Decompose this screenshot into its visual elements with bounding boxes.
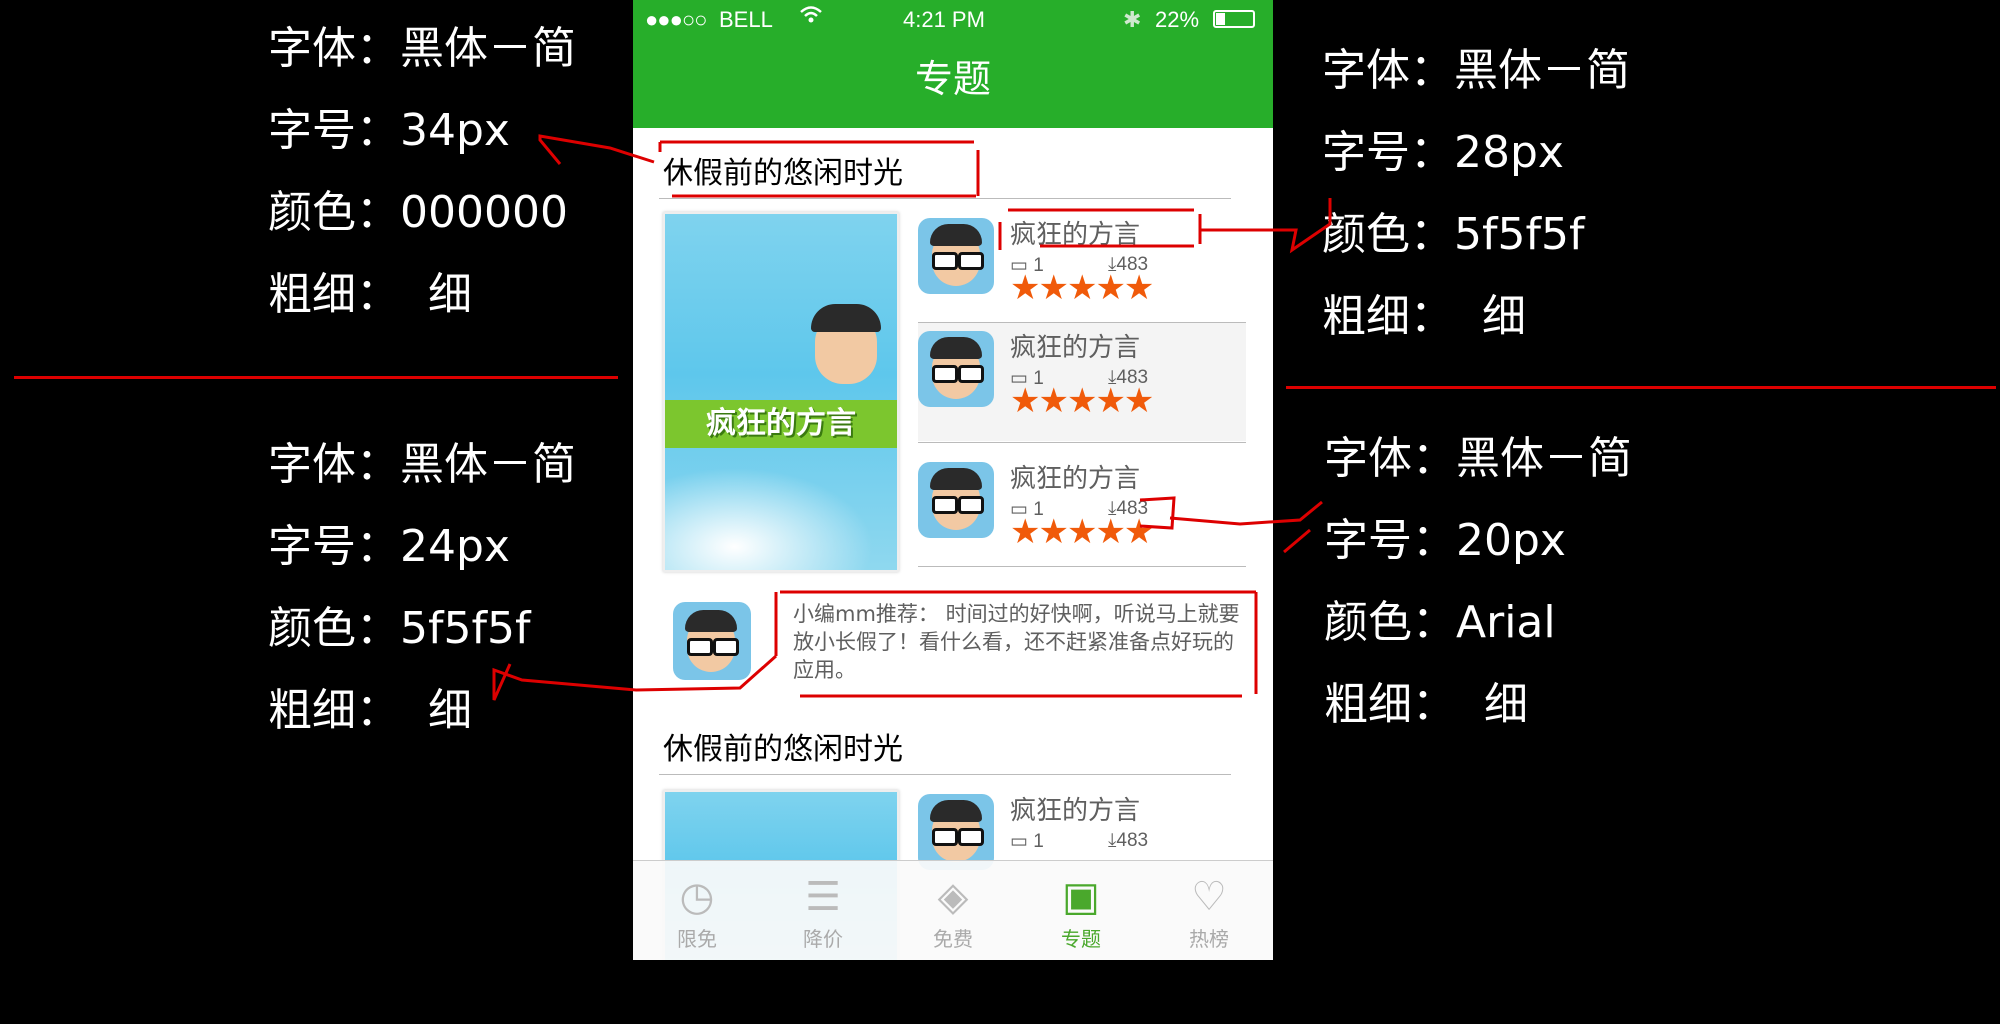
feature-banner-title: 疯狂的方言 — [665, 400, 897, 448]
rating-stars: ★★★★★ — [1010, 268, 1154, 308]
annotation-divider — [1286, 386, 1996, 389]
spec-font-label: 字体： — [1324, 433, 1456, 484]
carrier-label: BELL — [719, 7, 773, 32]
status-bar: ●●●○○ BELL 4:21 PM ✱ 22% — [633, 0, 1273, 40]
feature-banner-image[interactable]: 疯狂的方言 — [663, 212, 899, 572]
spec-size-value: 24px — [400, 521, 510, 572]
spec-size-label: 字号： — [268, 521, 400, 572]
spec-font-label: 字体： — [268, 23, 400, 74]
download-count: ⤓483 — [1108, 830, 1149, 851]
spec-font-value: 黑体－简 — [400, 23, 576, 74]
spec-weight-label: 粗细： — [1322, 291, 1454, 342]
spec-size-value: 28px — [1454, 127, 1564, 178]
spec-weight-label: 粗细： — [268, 269, 400, 320]
clock-time: 4:21 PM — [903, 7, 985, 32]
battery-icon — [1213, 10, 1255, 28]
section-title: 休假前的悠闲时光 — [663, 732, 903, 767]
spec-color-value: 000000 — [400, 187, 568, 238]
comment-count: ▭ 1 — [1010, 831, 1044, 852]
cloud-decoration — [665, 454, 897, 570]
section-title: 休假前的悠闲时光 — [663, 156, 903, 191]
character-hair — [811, 304, 881, 332]
editor-avatar — [673, 602, 751, 680]
spec-color-label: 颜色： — [268, 187, 400, 238]
battery-percent: 22% — [1155, 7, 1200, 32]
annotation-name-spec: 字体：黑体－简 字号：28px 颜色：5f5f5f 粗细： 细 — [1322, 30, 1630, 358]
divider — [918, 566, 1246, 567]
app-icon — [918, 331, 994, 407]
divider — [659, 774, 1231, 775]
spec-size-value: 20px — [1456, 515, 1566, 566]
tab-limited-free[interactable]: ◷ 限免 — [647, 871, 747, 952]
spec-font-value: 黑体－简 — [1456, 433, 1632, 484]
clock-icon: ◷ — [679, 874, 715, 920]
app-name: 疯狂的方言 — [1010, 220, 1141, 250]
recommendation-text: 小编mm推荐： 时间过的好快啊，听说马上就要放小长假了！看什么看，还不赶紧准备点… — [793, 602, 1240, 682]
spec-color-value: Arial — [1456, 597, 1556, 648]
app-name: 疯狂的方言 — [1010, 333, 1141, 363]
phone-screen: ●●●○○ BELL 4:21 PM ✱ 22% 专题 休假前的悠闲时光 疯狂的… — [633, 0, 1273, 960]
app-icon — [918, 794, 994, 870]
app-name: 疯狂的方言 — [1010, 464, 1141, 494]
app-row[interactable]: 疯狂的方言 ▭ 1 ⤓483 ★★★★★ — [918, 323, 1246, 441]
spec-size-label: 字号： — [1322, 127, 1454, 178]
spec-size-label: 字号： — [1324, 515, 1456, 566]
spec-color-label: 颜色： — [268, 603, 400, 654]
spec-font-label: 字体： — [1322, 45, 1454, 96]
annotation-desc-spec: 字体：黑体－简 字号：24px 颜色：5f5f5f 粗细： 细 — [268, 424, 576, 752]
wifi-icon — [799, 4, 823, 32]
coins-icon: ☰ — [805, 874, 841, 920]
spec-weight-label: 粗细： — [1324, 679, 1456, 730]
signal-icon: ●●●○○ — [645, 7, 707, 32]
spec-font-value: 黑体－简 — [400, 439, 576, 490]
lightbulb-icon: ♡ — [1191, 874, 1227, 920]
spec-font-value: 黑体－简 — [1454, 45, 1630, 96]
spec-color-value: 5f5f5f — [1454, 209, 1585, 260]
annotation-title-spec: 字体：黑体－简 字号：34px 颜色：000000 粗细： 细 — [268, 8, 576, 336]
app-icon — [918, 218, 994, 294]
spec-color-value: 5f5f5f — [400, 603, 531, 654]
spec-weight-label: 粗细： — [268, 685, 400, 736]
annotation-divider — [14, 376, 618, 379]
spec-weight-value: 细 — [1482, 291, 1526, 342]
rating-stars: ★★★★★ — [1010, 512, 1154, 552]
spec-weight-value: 细 — [428, 685, 472, 736]
spec-size-label: 字号： — [268, 105, 400, 156]
spec-color-label: 颜色： — [1324, 597, 1456, 648]
spec-weight-value: 细 — [1484, 679, 1528, 730]
app-icon — [918, 462, 994, 538]
app-row[interactable]: 疯狂的方言 ▭ 1 ⤓483 ★★★★★ — [918, 454, 1246, 572]
annotation-meta-spec: 字体：黑体－简 字号：20px 颜色：Arial 粗细： 细 — [1324, 418, 1632, 746]
app-name: 疯狂的方言 — [1010, 796, 1141, 826]
spec-weight-value: 细 — [428, 269, 472, 320]
tab-hot-list[interactable]: ♡ 热榜 — [1159, 871, 1259, 952]
tab-bar: ◷ 限免 ☰ 降价 ◈ 免费 ▣ 专题 ♡ 热榜 — [633, 860, 1273, 960]
spec-size-value: 34px — [400, 105, 510, 156]
nav-title: 专题 — [633, 40, 1273, 128]
bluetooth-icon: ✱ — [1123, 7, 1142, 32]
rating-stars: ★★★★★ — [1010, 381, 1154, 421]
divider — [659, 198, 1231, 199]
spec-font-label: 字体： — [268, 439, 400, 490]
price-tag-icon: ◈ — [937, 874, 969, 920]
tab-price-drop[interactable]: ☰ 降价 — [773, 871, 873, 952]
picture-icon: ▣ — [1062, 874, 1100, 920]
app-row[interactable]: 疯狂的方言 ▭ 1 ⤓483 ★★★★★ — [918, 210, 1246, 328]
divider — [918, 442, 1246, 443]
tab-topics[interactable]: ▣ 专题 — [1031, 871, 1131, 952]
spec-color-label: 颜色： — [1322, 209, 1454, 260]
tab-free[interactable]: ◈ 免费 — [903, 871, 1003, 952]
